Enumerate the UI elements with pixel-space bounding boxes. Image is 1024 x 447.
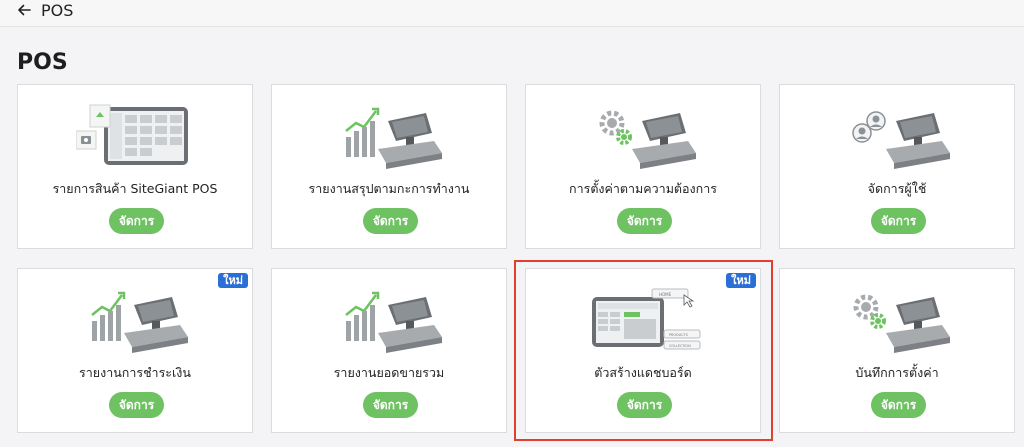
manage-button[interactable]: จัดการ (617, 392, 672, 418)
card-custom-settings: การตั้งค่าตามความต้องการ จัดการ (525, 84, 761, 249)
manage-button[interactable]: จัดการ (871, 208, 926, 234)
manage-button[interactable]: จัดการ (109, 392, 164, 418)
card-sales-report: รายงานยอดขายรวม จัดการ (271, 268, 507, 433)
gear-register-illustration (853, 294, 950, 353)
manage-button[interactable]: จัดการ (617, 208, 672, 234)
dashboard-menu-home: HOME (659, 292, 672, 297)
gear-register-illustration (599, 110, 696, 169)
card-payment-report: ใหม่ รายงานการชำระเงิน จัดการ (17, 268, 253, 433)
manage-button[interactable]: จัดการ (363, 392, 418, 418)
manage-button[interactable]: จัดการ (109, 208, 164, 234)
card-shift-report: รายงานสรุปตามกะการทำงาน จัดการ (271, 84, 507, 249)
card-label: จัดการผู้ใช้ (867, 181, 927, 196)
chart-register-illustration (345, 107, 442, 169)
card-label: รายงานการชำระเงิน (79, 365, 191, 380)
card-user-management: จัดการผู้ใช้ จัดการ (779, 84, 1015, 249)
card-label: รายงานสรุปตามกะการทำงาน (308, 181, 470, 196)
manage-button[interactable]: จัดการ (363, 208, 418, 234)
card-label: ตัวสร้างแดชบอร์ด (594, 365, 692, 380)
card-label: การตั้งค่าตามความต้องการ (569, 181, 717, 196)
card-settings-log: บันทึกการตั้งค่า จัดการ (779, 268, 1015, 433)
tablet-products-illustration (76, 104, 188, 165)
arrow-left-icon[interactable] (16, 2, 32, 18)
card-dashboard-builder: ใหม่ HOME PRODUCTS COLLECTION ตัวสร้างแด… (525, 268, 761, 433)
header-title: POS (41, 1, 74, 20)
dashboard-builder-illustration: HOME PRODUCTS COLLECTION (592, 288, 701, 350)
page-title: POS (17, 50, 68, 75)
manage-button[interactable]: จัดการ (871, 392, 926, 418)
users-register-illustration (852, 111, 950, 169)
card-label: บันทึกการตั้งค่า (855, 365, 939, 380)
dashboard-menu-collection: COLLECTION (669, 344, 691, 348)
dashboard-menu-products: PRODUCTS (669, 333, 688, 337)
chart-register-illustration (91, 291, 188, 353)
new-badge: ใหม่ (726, 273, 756, 288)
card-label: รายงานยอดขายรวม (333, 365, 445, 380)
new-badge: ใหม่ (218, 273, 248, 288)
card-label: รายการสินค้า SiteGiant POS (52, 181, 218, 196)
card-pos-products: รายการสินค้า SiteGiant POS จัดการ (17, 84, 253, 249)
chart-register-illustration (345, 291, 442, 353)
top-bar: POS (0, 0, 1024, 27)
